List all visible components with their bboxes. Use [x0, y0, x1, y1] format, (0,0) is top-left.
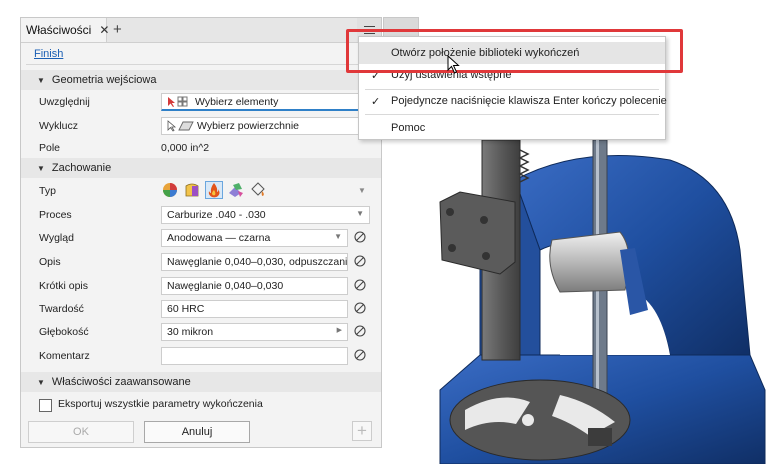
menu-item-help[interactable]: Pomoc — [359, 117, 665, 139]
clear-icon[interactable] — [354, 325, 366, 337]
mouse-cursor-icon — [447, 55, 460, 74]
row-hardness: Twardość 60 HRC — [21, 298, 381, 320]
chevron-down-icon: ▼ — [334, 232, 342, 241]
hardness-input[interactable]: 60 HRC — [161, 300, 348, 318]
check-icon: ✓ — [371, 95, 381, 108]
area-label: Pole — [39, 142, 61, 154]
process-value: Carburize .040 - .030 — [167, 209, 266, 221]
section-behavior[interactable]: ▼ Zachowanie — [21, 158, 381, 178]
depth-input[interactable]: 30 mikron ▶ — [161, 323, 348, 341]
finish-link[interactable]: Finish — [34, 48, 63, 60]
process-label: Proces — [39, 209, 72, 221]
appearance-dropdown[interactable]: Anodowana — czarna ▼ — [161, 229, 348, 247]
exclude-label: Wyklucz — [39, 120, 78, 132]
select-faces-icon — [167, 120, 194, 132]
chevron-right-icon[interactable]: ▶ — [337, 326, 342, 334]
arbor-press-model[interactable] — [420, 140, 770, 464]
depth-label: Głębokość — [39, 326, 89, 338]
row-type: Typ ▼ — [21, 180, 381, 202]
section-advanced-properties[interactable]: ▼ Właściwości zaawansowane — [21, 372, 381, 392]
row-area: Pole 0,000 in^2 — [21, 137, 381, 159]
type-selector — [161, 181, 267, 199]
type-paint-icon[interactable] — [161, 181, 179, 199]
row-include: Uwzględnij Wybierz elementy — [21, 91, 381, 113]
depth-value: 30 mikron — [167, 326, 214, 338]
exclude-value: Wybierz powierzchnie — [197, 120, 300, 132]
menu-item-enter-finishes[interactable]: ✓ Pojedyncze naciśnięcie klawisza Enter … — [359, 90, 667, 112]
comment-label: Komentarz — [39, 350, 90, 362]
highlight-annotation-box — [346, 29, 683, 73]
cancel-button[interactable]: Anuluj — [144, 421, 250, 443]
divider — [26, 64, 376, 65]
description-input[interactable]: Nawęglanie 0,040–0,030, odpuszczanie m — [161, 253, 348, 271]
type-label: Typ — [39, 185, 56, 197]
select-elements-icon — [168, 96, 188, 107]
include-value: Wybierz elementy — [195, 95, 279, 108]
ok-button[interactable]: OK — [28, 421, 134, 443]
properties-panel: Właściwości ✕ + Finish ▼ Geometria wejśc… — [20, 17, 382, 448]
clear-icon[interactable] — [354, 231, 366, 243]
section-input-geometry[interactable]: ▼ Geometria wejściowa — [21, 70, 381, 90]
export-all-label: Eksportuj wszystkie parametry wykończeni… — [58, 398, 263, 410]
type-fill-icon[interactable] — [249, 181, 267, 199]
description-value: Nawęglanie 0,040–0,030, odpuszczanie m — [167, 256, 348, 268]
type-dropdown-icon[interactable]: ▼ — [358, 186, 366, 195]
row-description: Opis Nawęglanie 0,040–0,030, odpuszczani… — [21, 251, 381, 273]
hardness-label: Twardość — [39, 303, 84, 315]
add-button[interactable]: + — [352, 421, 372, 441]
row-comment: Komentarz — [21, 345, 381, 367]
clear-icon[interactable] — [354, 279, 366, 291]
type-heat-treatment-icon[interactable] — [205, 181, 223, 199]
section-title: Zachowanie — [51, 162, 112, 174]
clear-icon[interactable] — [354, 255, 366, 267]
collapse-triangle-icon[interactable]: ▼ — [37, 76, 45, 85]
row-exclude: Wyklucz Wybierz powierzchnie — [21, 115, 381, 137]
type-material-icon[interactable] — [227, 181, 245, 199]
clear-icon[interactable] — [354, 302, 366, 314]
appearance-value: Anodowana — czarna — [167, 232, 271, 244]
menu-item-label: Pomoc — [391, 122, 426, 134]
short-description-value: Nawęglanie 0,040–0,030 — [167, 280, 284, 292]
menu-item-label: Pojedyncze naciśnięcie klawisza Enter ko… — [391, 95, 667, 107]
type-coating-icon[interactable] — [183, 181, 201, 199]
tab-properties[interactable]: Właściwości ✕ — [21, 18, 109, 42]
export-all-checkbox[interactable] — [39, 399, 52, 412]
include-label: Uwzględnij — [39, 96, 90, 108]
hamburger-icon — [363, 25, 375, 28]
collapse-triangle-icon[interactable]: ▼ — [37, 164, 45, 173]
clear-icon[interactable] — [354, 349, 366, 361]
appearance-label: Wygląd — [39, 232, 74, 244]
row-process: Proces Carburize .040 - .030 ▼ — [21, 204, 381, 226]
collapse-triangle-icon[interactable]: ▼ — [37, 378, 45, 387]
description-label: Opis — [39, 256, 61, 268]
row-appearance: Wygląd Anodowana — czarna ▼ — [21, 227, 381, 249]
row-short-description: Krótki opis Nawęglanie 0,040–0,030 — [21, 275, 381, 297]
short-description-label: Krótki opis — [39, 280, 89, 292]
add-tab-button[interactable]: + — [113, 21, 122, 38]
area-value: 0,000 in^2 — [161, 142, 210, 154]
short-description-input[interactable]: Nawęglanie 0,040–0,030 — [161, 277, 348, 295]
tab-title: Właściwości — [26, 23, 92, 37]
hardness-value: 60 HRC — [167, 303, 205, 315]
row-depth: Głębokość 30 mikron ▶ — [21, 321, 381, 343]
section-title: Geometria wejściowa — [51, 74, 157, 86]
close-icon[interactable]: ✕ — [99, 23, 109, 37]
panel-titlebar: Właściwości ✕ + — [21, 18, 381, 43]
include-selector[interactable]: Wybierz elementy — [161, 93, 373, 111]
comment-input[interactable] — [161, 347, 348, 365]
menu-divider — [365, 114, 659, 115]
process-dropdown[interactable]: Carburize .040 - .030 ▼ — [161, 206, 370, 224]
section-title: Właściwości zaawansowane — [51, 376, 191, 388]
exclude-selector[interactable]: Wybierz powierzchnie — [161, 117, 373, 135]
chevron-down-icon: ▼ — [356, 209, 364, 218]
